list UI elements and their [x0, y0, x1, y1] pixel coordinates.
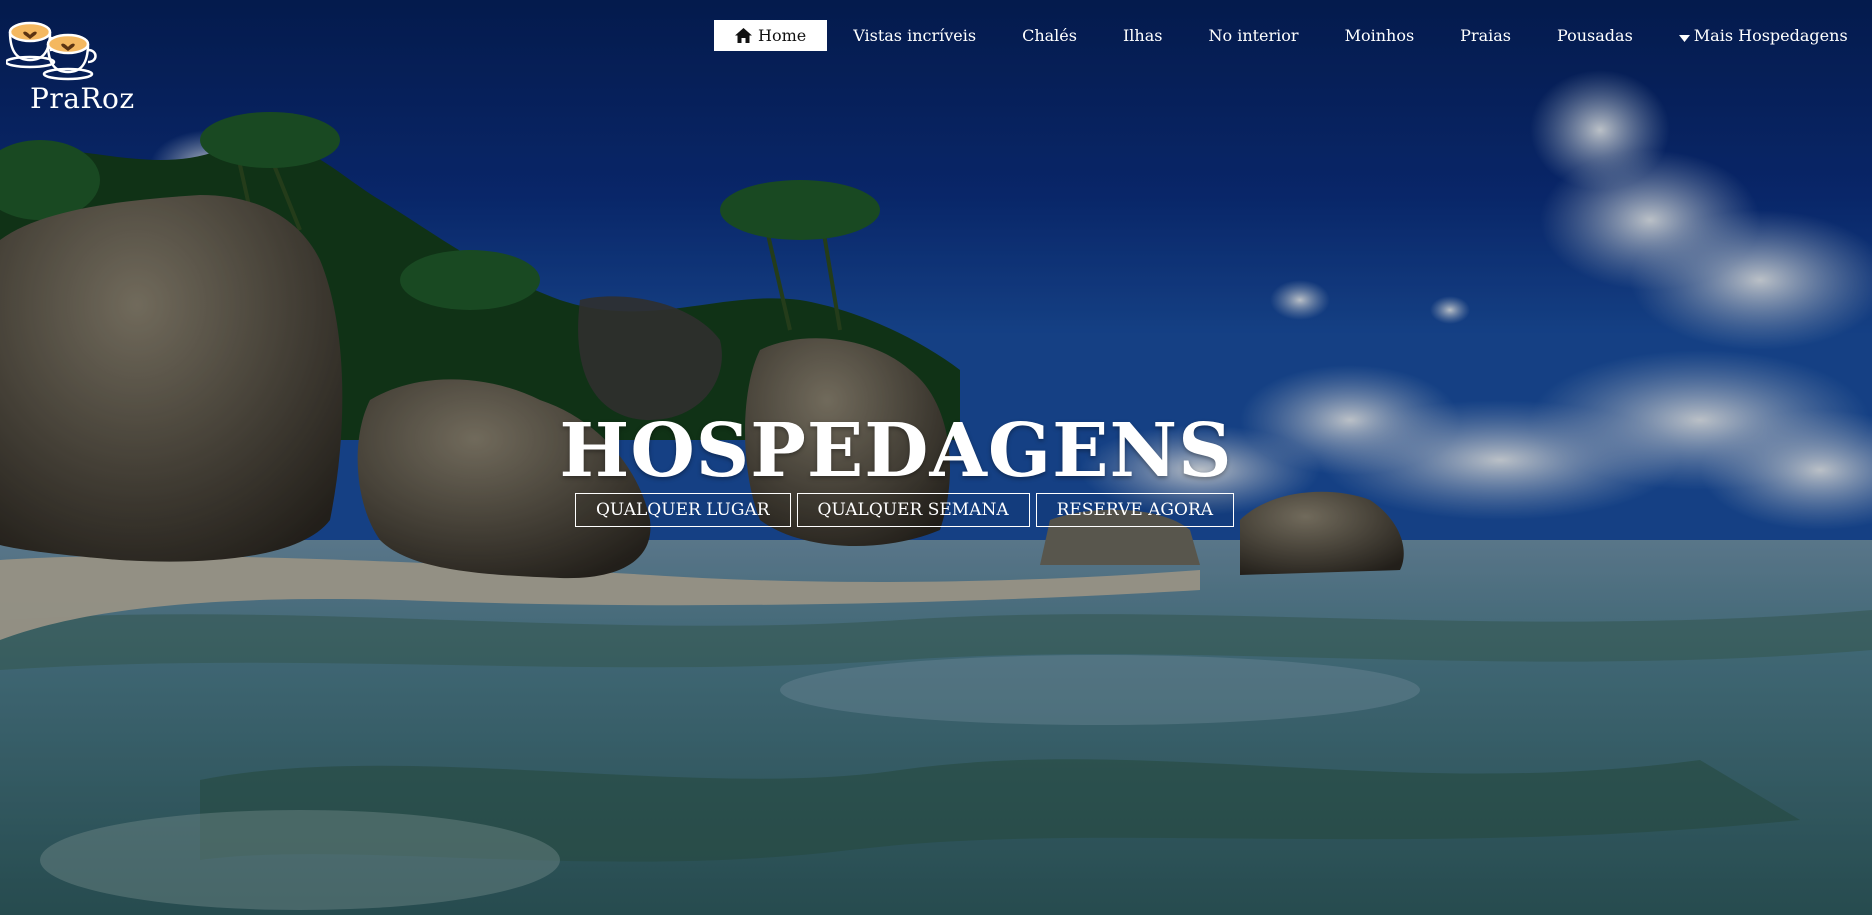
- nav-item-ilhas[interactable]: Ilhas: [1100, 20, 1186, 51]
- nav-item-label: Praias: [1460, 26, 1511, 45]
- nav-item-no-interior[interactable]: No interior: [1185, 20, 1321, 51]
- main-navigation: Home Vistas incríveis Chalés Ilhas No in…: [714, 20, 1871, 51]
- nav-item-label: Pousadas: [1557, 26, 1633, 45]
- nav-item-label: Mais Hospedagens: [1693, 26, 1848, 45]
- nav-item-chales[interactable]: Chalés: [999, 20, 1100, 51]
- brand-name: PraRoz: [30, 82, 135, 115]
- nav-item-pousadas[interactable]: Pousadas: [1534, 20, 1656, 51]
- nav-item-home[interactable]: Home: [714, 20, 828, 53]
- hero-title: HOSPEDAGENS: [559, 408, 1233, 494]
- nav-item-label: Moinhos: [1344, 26, 1415, 45]
- nav-item-mais-hospedagens[interactable]: Mais Hospedagens: [1656, 20, 1871, 51]
- nav-item-label: Home: [758, 26, 807, 45]
- qualquer-semana-button[interactable]: QUALQUER SEMANA: [796, 493, 1030, 527]
- brand-logo[interactable]: PraRoz: [6, 18, 134, 118]
- nav-item-vistas-incriveis[interactable]: Vistas incríveis: [830, 20, 999, 51]
- nav-item-label: Vistas incríveis: [853, 26, 977, 45]
- nav-item-label: Ilhas: [1122, 26, 1163, 45]
- reserve-agora-button[interactable]: RESERVE AGORA: [1035, 493, 1235, 527]
- hero-actions: QUALQUER LUGAR QUALQUER SEMANA RESERVE A…: [575, 493, 1235, 527]
- coffee-cups-logo-icon: [6, 21, 97, 81]
- qualquer-lugar-button[interactable]: QUALQUER LUGAR: [575, 493, 791, 527]
- home-icon: [735, 22, 752, 53]
- nav-item-label: Chalés: [1022, 26, 1077, 45]
- nav-item-label: No interior: [1208, 26, 1299, 45]
- nav-item-moinhos[interactable]: Moinhos: [1322, 20, 1438, 51]
- nav-item-praias[interactable]: Praias: [1437, 20, 1534, 51]
- hero-section: PraRoz Home Vistas incríveis Chalés Ilha…: [0, 0, 1872, 915]
- caret-down-icon: [1678, 22, 1690, 53]
